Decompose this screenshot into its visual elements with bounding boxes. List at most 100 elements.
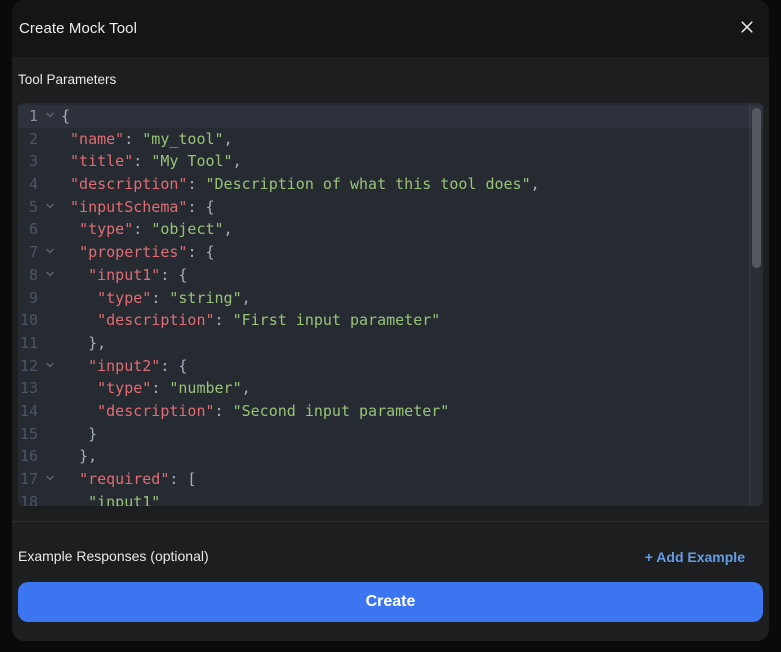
- json-key-token: "required": [79, 470, 169, 488]
- json-key-token: "type": [97, 379, 151, 397]
- json-punctuation-token: : {: [187, 243, 214, 261]
- json-punctuation-token: : [: [169, 470, 196, 488]
- line-number: 4: [18, 173, 38, 196]
- json-punctuation-token: [61, 493, 88, 506]
- code-line: 2 "name": "my_tool",: [18, 128, 763, 151]
- json-punctuation-token: [61, 175, 70, 193]
- fold-chevron-icon[interactable]: [38, 105, 61, 128]
- json-punctuation-token: },: [61, 447, 97, 465]
- code-line: 5 "inputSchema": {: [18, 196, 763, 219]
- json-key-token: "properties": [79, 243, 187, 261]
- json-key-token: "title": [70, 152, 133, 170]
- json-key-token: "description": [70, 175, 187, 193]
- json-punctuation-token: : {: [160, 266, 187, 284]
- close-button[interactable]: [733, 15, 761, 43]
- json-string-token: "First input parameter": [233, 311, 441, 329]
- line-number: 2: [18, 128, 38, 151]
- json-string-token: "string": [169, 289, 241, 307]
- code-line: 4 "description": "Description of what th…: [18, 173, 763, 196]
- add-example-button[interactable]: + Add Example: [645, 549, 745, 565]
- code-lines: 1{2 "name": "my_tool",3 "title": "My Too…: [18, 103, 763, 506]
- json-punctuation-token: ,: [242, 379, 251, 397]
- json-punctuation-token: : {: [187, 198, 214, 216]
- fold-chevron-icon[interactable]: [38, 196, 61, 219]
- dialog-header: Create Mock Tool: [12, 0, 769, 57]
- fold-chevron-icon[interactable]: [38, 241, 61, 264]
- json-string-token: "input1": [88, 493, 160, 506]
- code-line: 13 "type": "number",: [18, 377, 763, 400]
- code-line: 8 "input1": {: [18, 264, 763, 287]
- code-line: 3 "title": "My Tool",: [18, 150, 763, 173]
- line-number: 11: [18, 332, 38, 355]
- json-punctuation-token: :: [124, 130, 142, 148]
- code-line: 10 "description": "First input parameter…: [18, 309, 763, 332]
- line-number: 3: [18, 150, 38, 173]
- json-punctuation-token: },: [61, 334, 106, 352]
- create-mock-tool-dialog: Create Mock Tool Tool Parameters 1{2 "na…: [12, 0, 769, 641]
- json-punctuation-token: :: [187, 175, 205, 193]
- code-line: 14 "description": "Second input paramete…: [18, 400, 763, 423]
- editor-scrollbar-thumb[interactable]: [752, 108, 761, 268]
- code-line: 17 "required": [: [18, 468, 763, 491]
- code-line: 7 "properties": {: [18, 241, 763, 264]
- line-number: 14: [18, 400, 38, 423]
- json-punctuation-token: :: [215, 402, 233, 420]
- json-punctuation-token: ,: [531, 175, 540, 193]
- code-line: 1{: [18, 105, 763, 128]
- line-number: 17: [18, 468, 38, 491]
- json-punctuation-token: ,: [242, 289, 251, 307]
- json-punctuation-token: :: [215, 311, 233, 329]
- fold-chevron-icon[interactable]: [38, 468, 61, 491]
- line-number: 15: [18, 423, 38, 446]
- json-punctuation-token: [61, 470, 79, 488]
- json-punctuation-token: :: [133, 152, 151, 170]
- json-string-token: "number": [169, 379, 241, 397]
- editor-scrollbar-track[interactable]: [749, 103, 763, 506]
- line-number: 12: [18, 355, 38, 378]
- json-string-token: "Second input parameter": [233, 402, 450, 420]
- json-key-token: "type": [79, 220, 133, 238]
- code-line: 15 }: [18, 423, 763, 446]
- json-key-token: "inputSchema": [70, 198, 187, 216]
- json-punctuation-token: [61, 289, 97, 307]
- json-punctuation-token: [61, 379, 97, 397]
- json-punctuation-token: [61, 402, 97, 420]
- example-responses-row: Example Responses (optional) + Add Examp…: [18, 548, 745, 565]
- json-punctuation-token: :: [133, 220, 151, 238]
- json-punctuation-token: ,: [224, 220, 233, 238]
- close-icon: [739, 19, 755, 38]
- json-punctuation-token: [61, 311, 97, 329]
- line-number: 10: [18, 309, 38, 332]
- section-divider: [12, 521, 769, 522]
- line-number: 13: [18, 377, 38, 400]
- code-line: 6 "type": "object",: [18, 218, 763, 241]
- line-number: 5: [18, 196, 38, 219]
- json-punctuation-token: [61, 357, 88, 375]
- json-string-token: "my_tool": [142, 130, 223, 148]
- example-responses-label: Example Responses (optional): [18, 548, 209, 565]
- fold-chevron-icon[interactable]: [38, 264, 61, 287]
- json-string-token: "Description of what this tool does": [206, 175, 531, 193]
- json-punctuation-token: {: [61, 107, 70, 125]
- json-key-token: "type": [97, 289, 151, 307]
- code-line: 11 },: [18, 332, 763, 355]
- code-line: 18 "input1": [18, 491, 763, 506]
- line-number: 9: [18, 287, 38, 310]
- line-number: 8: [18, 264, 38, 287]
- create-button[interactable]: Create: [18, 582, 763, 622]
- line-number: 6: [18, 218, 38, 241]
- code-line: 16 },: [18, 445, 763, 468]
- json-punctuation-token: :: [151, 379, 169, 397]
- json-punctuation-token: :: [151, 289, 169, 307]
- line-number: 18: [18, 491, 38, 506]
- json-key-token: "description": [97, 402, 214, 420]
- tool-parameters-code-editor[interactable]: 1{2 "name": "my_tool",3 "title": "My Too…: [18, 103, 763, 506]
- json-punctuation-token: [61, 220, 79, 238]
- json-key-token: "input1": [88, 266, 160, 284]
- json-key-token: "description": [97, 311, 214, 329]
- line-number: 16: [18, 445, 38, 468]
- fold-chevron-icon[interactable]: [38, 355, 61, 378]
- json-punctuation-token: [61, 198, 70, 216]
- json-punctuation-token: }: [61, 425, 97, 443]
- json-string-token: "My Tool": [151, 152, 232, 170]
